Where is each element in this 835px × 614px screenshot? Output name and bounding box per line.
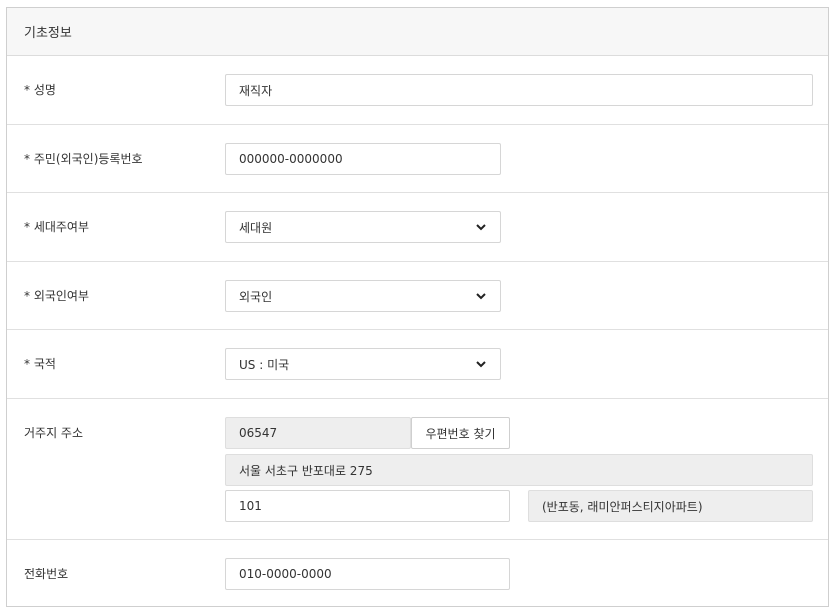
zipcode-value: 06547 — [239, 426, 278, 440]
rrn-input[interactable]: 000000-0000000 — [225, 143, 501, 175]
phone-value: 010-0000-0000 — [239, 567, 332, 581]
householder-select[interactable]: 세대원 — [225, 211, 501, 243]
nationality-select[interactable]: US : 미국 — [225, 348, 501, 380]
rrn-label: * 주민(외국인)등록번호 — [24, 152, 143, 166]
foreigner-row: * 외국인여부 외국인 — [7, 262, 828, 330]
zipcode-field: 06547 — [225, 417, 411, 449]
road-address-field: 서울 서초구 반포대로 275 — [225, 454, 813, 486]
address-label: 거주지 주소 — [24, 426, 84, 440]
address-extra-field: (반포동, 래미안퍼스티지아파트) — [528, 490, 813, 522]
name-input[interactable]: 재직자 — [225, 74, 813, 106]
householder-label: * 세대주여부 — [24, 220, 90, 234]
chevron-down-icon — [475, 290, 487, 302]
foreigner-select[interactable]: 외국인 — [225, 280, 501, 312]
basic-info-panel: 기초정보 * 성명 재직자 * 주민(외국인)등록번호 000000-00000… — [6, 7, 829, 607]
householder-selected: 세대원 — [239, 220, 273, 235]
section-header: 기초정보 — [7, 8, 828, 56]
nationality-selected: US : 미국 — [239, 357, 290, 372]
name-label: * 성명 — [24, 83, 56, 97]
nationality-row: * 국적 US : 미국 — [7, 330, 828, 399]
foreigner-label: * 외국인여부 — [24, 289, 90, 303]
name-row: * 성명 재직자 — [7, 56, 828, 125]
chevron-down-icon — [475, 358, 487, 370]
address-extra-value: (반포동, 래미안퍼스티지아파트) — [542, 499, 703, 514]
address-row: 거주지 주소 06547 우편번호 찾기 서울 서초구 반포대로 275 101… — [7, 399, 828, 540]
foreigner-selected: 외국인 — [239, 289, 273, 304]
rrn-row: * 주민(외국인)등록번호 000000-0000000 — [7, 125, 828, 193]
address-detail-value: 101 — [239, 499, 262, 513]
chevron-down-icon — [475, 221, 487, 233]
rrn-value: 000000-0000000 — [239, 152, 343, 166]
nationality-label: * 국적 — [24, 357, 56, 371]
section-title: 기초정보 — [24, 26, 72, 41]
phone-input[interactable]: 010-0000-0000 — [225, 558, 510, 590]
name-value: 재직자 — [239, 83, 273, 98]
find-zipcode-button[interactable]: 우편번호 찾기 — [411, 417, 510, 449]
phone-row: 전화번호 010-0000-0000 — [7, 540, 828, 608]
road-address-value: 서울 서초구 반포대로 275 — [239, 463, 373, 478]
address-detail-input[interactable]: 101 — [225, 490, 510, 522]
householder-row: * 세대주여부 세대원 — [7, 193, 828, 262]
phone-label: 전화번호 — [24, 567, 69, 581]
